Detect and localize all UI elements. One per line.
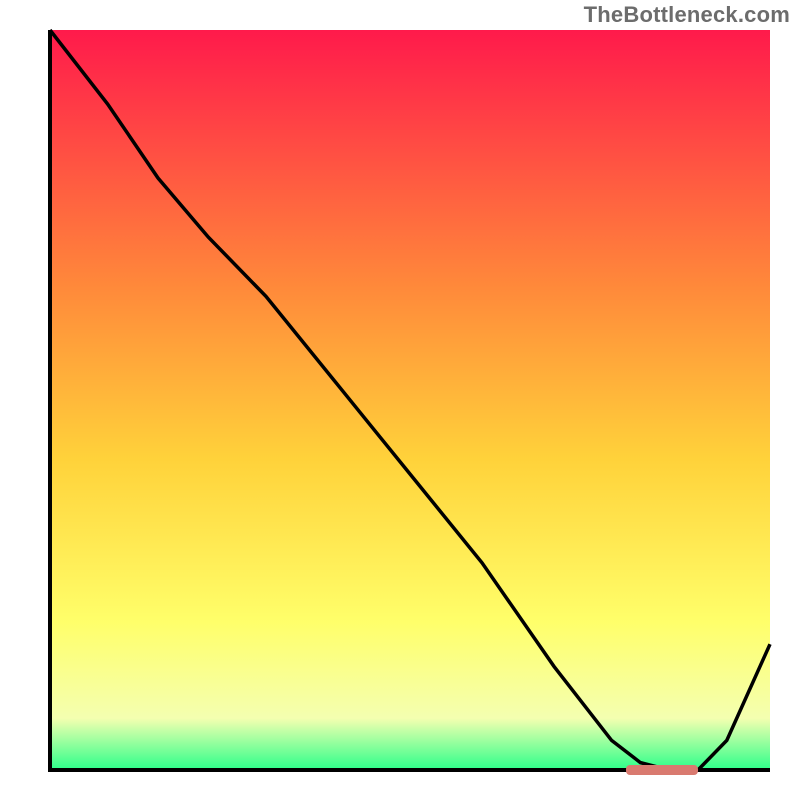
optimum-marker bbox=[626, 765, 698, 775]
bottleneck-chart bbox=[0, 0, 800, 800]
plot-background bbox=[50, 30, 770, 770]
